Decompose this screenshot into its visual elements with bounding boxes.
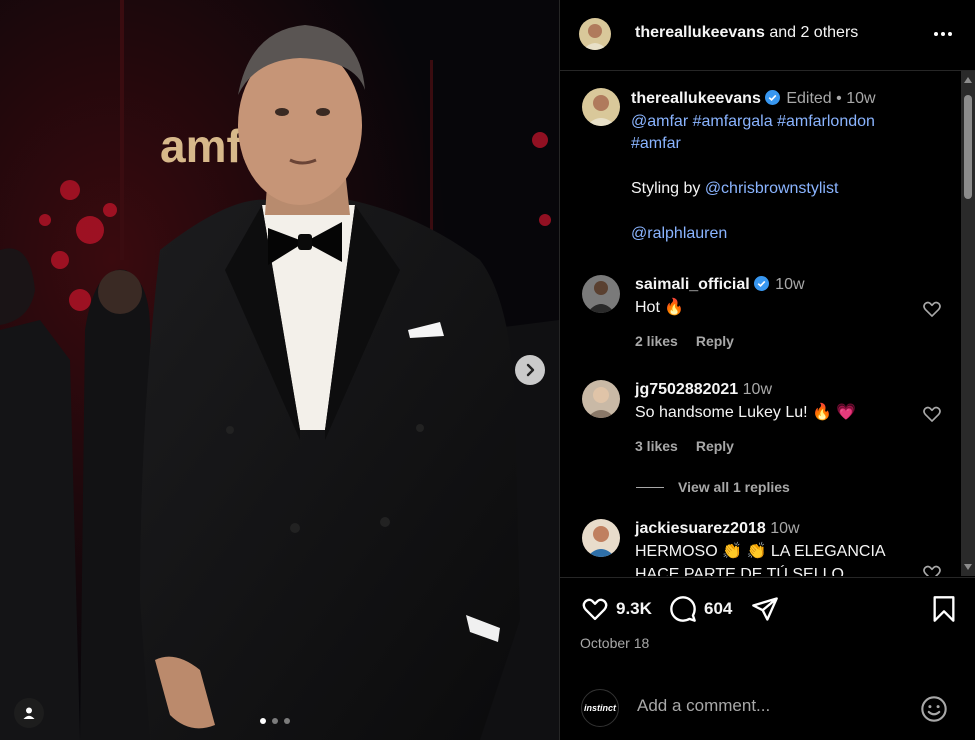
comment-bubble-icon	[670, 596, 696, 622]
post-photo[interactable]: amfaR	[0, 0, 559, 740]
comment-time: 10w	[775, 276, 805, 293]
caption-time: 10w	[846, 90, 876, 107]
scroll-down-arrow-icon[interactable]	[964, 564, 972, 570]
commenter-avatar[interactable]	[582, 519, 620, 557]
comment-likes[interactable]: 2 likes	[635, 333, 678, 349]
brand-mention[interactable]: @ralphlauren	[631, 223, 961, 246]
verified-badge-icon	[753, 276, 769, 291]
send-icon	[752, 597, 778, 621]
commenter-avatar[interactable]	[582, 380, 620, 418]
heart-icon	[582, 598, 608, 621]
like-button[interactable]: 9.3K	[580, 595, 652, 623]
reply-button[interactable]: Reply	[696, 333, 734, 349]
caption-avatar[interactable]	[582, 88, 620, 126]
slide-dot	[284, 718, 290, 724]
scroll-thumb[interactable]	[964, 95, 972, 199]
comment-likes[interactable]: 3 likes	[635, 438, 678, 454]
chevron-right-icon	[526, 363, 535, 377]
comment-meta: 2 likes Reply	[635, 333, 734, 349]
comment-meta: 3 likes Reply	[635, 438, 734, 454]
comment-composer: instinct Add a comment...	[560, 680, 975, 740]
photo-scene: amfaR	[0, 0, 559, 740]
collaborators-label[interactable]: and 2 others	[769, 24, 858, 41]
emoji-icon[interactable]	[920, 695, 948, 723]
comment-text: So handsome Lukey Lu! 🔥 💗	[635, 404, 857, 421]
post-actions: 9.3K 604 October 18	[560, 577, 975, 666]
user-icon	[23, 707, 35, 719]
like-comment-heart-icon[interactable]	[922, 563, 942, 576]
slide-dot	[260, 718, 266, 724]
view-replies-button[interactable]: View all 1 replies	[636, 479, 790, 495]
comment-button[interactable]: 604	[668, 595, 732, 623]
post-side-panel: thereallukeevans and 2 others therealluk…	[559, 0, 975, 740]
replies-divider	[636, 486, 664, 488]
edited-label: Edited	[786, 90, 832, 107]
like-comment-heart-icon[interactable]	[922, 299, 942, 319]
slide-dot	[272, 718, 278, 724]
comment-username[interactable]: jackiesuarez2018	[635, 520, 766, 537]
like-count[interactable]: 9.3K	[616, 599, 652, 619]
post-date[interactable]: October 18	[580, 635, 649, 651]
reply-button[interactable]: Reply	[696, 438, 734, 454]
caption-username[interactable]: thereallukeevans	[631, 90, 761, 107]
comments-list[interactable]: thereallukeevans Edited • 10w @amfar #am…	[560, 71, 975, 576]
scroll-up-arrow-icon[interactable]	[964, 77, 972, 83]
comments-scrollbar[interactable]	[961, 71, 975, 576]
stylist-mention[interactable]: @chrisbrownstylist	[705, 180, 839, 197]
caption-hashtags[interactable]: @amfar #amfargala #amfarlondon	[631, 111, 961, 134]
author-username[interactable]: thereallukeevans	[635, 24, 765, 41]
author-avatar[interactable]	[579, 18, 611, 50]
verified-badge-icon	[764, 90, 780, 105]
meta-separator: •	[836, 90, 842, 107]
caption-hashtag[interactable]: #amfar	[631, 133, 961, 156]
tagged-users-button[interactable]	[14, 698, 44, 728]
more-icon	[934, 32, 952, 36]
comment-text: Hot 🔥	[635, 299, 685, 316]
save-button[interactable]	[932, 595, 956, 623]
next-slide-button[interactable]	[515, 355, 545, 385]
bookmark-icon	[933, 596, 955, 622]
post-authors[interactable]: thereallukeevans and 2 others	[635, 24, 858, 42]
view-replies-label: View all 1 replies	[678, 479, 790, 495]
comment-username[interactable]: jg7502882021	[635, 381, 738, 398]
comment-count: 604	[704, 599, 733, 618]
comment-time: 10w	[770, 520, 800, 537]
post-header: thereallukeevans and 2 others	[560, 0, 975, 71]
comment-time: 10w	[742, 381, 773, 398]
comment-input[interactable]: Add a comment...	[637, 696, 897, 716]
like-comment-heart-icon[interactable]	[922, 404, 942, 424]
share-button[interactable]	[750, 595, 780, 623]
more-options-button[interactable]	[931, 22, 955, 46]
commenter-avatar[interactable]	[582, 275, 620, 313]
slide-indicator	[260, 718, 290, 724]
current-user-avatar[interactable]: instinct	[581, 689, 619, 727]
comment-username[interactable]: saimali_official	[635, 276, 750, 293]
comment-text: HERMOSO 👏 👏 LA ELEGANCIA HACE PARTE DE T…	[635, 543, 885, 576]
styling-label: Styling by	[631, 180, 705, 197]
